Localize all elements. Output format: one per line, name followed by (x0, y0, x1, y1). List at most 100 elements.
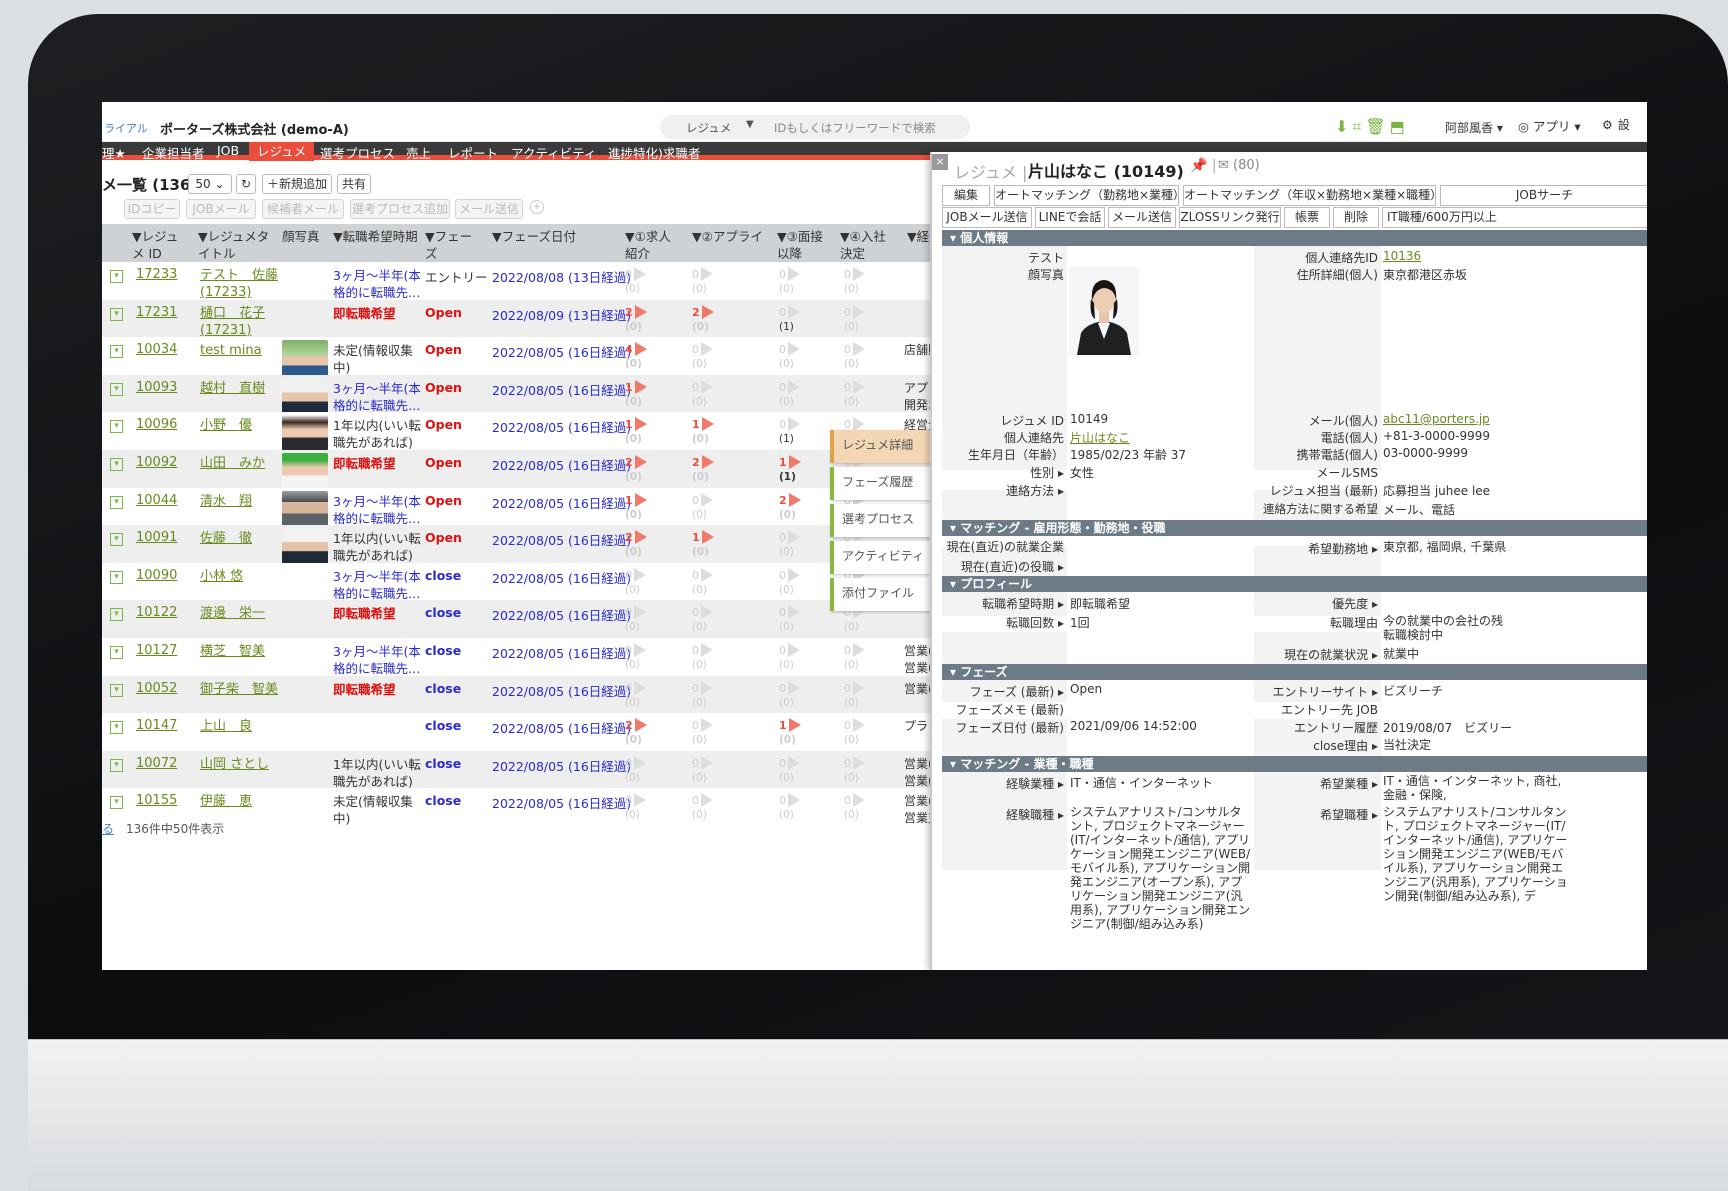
row-expand-icon[interactable]: ▾ (110, 458, 123, 471)
col-resume-title[interactable]: ▼レジュメタ イトル (198, 228, 269, 262)
progress-count[interactable]: 0(0) (625, 680, 646, 711)
progress-count[interactable]: 0(0) (844, 342, 865, 372)
copy-id-button[interactable]: IDコピー (124, 199, 180, 219)
resume-id-link[interactable]: 10090 (136, 568, 177, 583)
progress-count[interactable]: 0(0) (779, 342, 800, 372)
tab-attachments[interactable]: 添付ファイル (830, 578, 930, 611)
progress-count[interactable]: 0(0) (692, 605, 713, 635)
nav-item-job[interactable]: JOB (217, 143, 239, 158)
current-role-label[interactable]: 現在(直近)の役職 ▸ (942, 558, 1064, 575)
progress-count[interactable]: 0(0) (625, 643, 646, 673)
resume-title-link[interactable]: 伊藤 恵 (200, 793, 280, 810)
nav-item-activity[interactable]: アクティビティ (511, 143, 596, 162)
tab-phase-history[interactable]: フェーズ履歴 (830, 467, 930, 500)
settings-menu[interactable]: ⚙ 設 (1602, 114, 1630, 133)
progress-count[interactable]: 0(0) (692, 680, 713, 711)
resume-title-link[interactable]: 樋口 花子 (17231) (200, 305, 280, 339)
page-size-select[interactable]: 50 ⌄ (188, 174, 232, 194)
add-selection-button[interactable]: 選考プロセス追加 (350, 199, 450, 219)
progress-count[interactable]: 1 (0) (692, 417, 714, 447)
progress-count[interactable]: 2 (0) (625, 718, 647, 748)
progress-count[interactable]: 0 (1) (779, 417, 800, 447)
nav-item-company-contacts[interactable]: 企業担当者 (142, 143, 205, 162)
tab-resume-detail[interactable]: レジュメ詳細 (830, 430, 930, 463)
row-expand-icon[interactable]: ▾ (110, 345, 123, 359)
col-extra[interactable]: ▼経 (907, 228, 929, 245)
progress-count[interactable]: 0(0) (779, 793, 800, 823)
progress-count[interactable]: 0(0) (779, 680, 800, 711)
trash-icon[interactable]: 🗑 (1365, 117, 1389, 136)
search-input[interactable]: IDもしくはフリーワードで検索 (774, 120, 936, 136)
share-button[interactable]: 共有 (337, 174, 371, 194)
resume-id-link[interactable]: 10092 (136, 455, 177, 470)
edit-button[interactable]: 編集 (942, 185, 990, 206)
progress-count[interactable]: 2 (0) (625, 455, 647, 485)
resume-id-link[interactable]: 10096 (136, 417, 177, 432)
col-phase-date[interactable]: ▼フェーズ日付 (492, 228, 576, 245)
resume-id-link[interactable]: 10155 (136, 793, 177, 808)
resume-id-link[interactable]: 10093 (136, 380, 177, 395)
section-profile[interactable]: ▾ プロフィール (942, 576, 1647, 592)
app-menu[interactable]: ◎ アプリ ▾ (1518, 116, 1581, 135)
tab-selection-process[interactable]: 選考プロセス (830, 504, 930, 537)
table-row[interactable]: ▾ 10093 越村 直樹 3ヶ月〜半年(本 格的に転職先… Open 2022/08/0… (102, 374, 1037, 416)
send-mail-button[interactable]: メール送信 (455, 199, 523, 219)
nav-item-resume[interactable]: レジュメ (249, 142, 315, 161)
progress-count[interactable]: 0(0) (625, 755, 646, 786)
job-changes-label[interactable]: 転職回数 ▸ (942, 614, 1064, 631)
email-link[interactable]: abc11@porters.jp (1383, 412, 1490, 426)
mail-count-icon[interactable]: ✉ (80) (1218, 158, 1260, 173)
progress-count[interactable]: 0(0) (779, 605, 800, 635)
row-expand-icon[interactable]: ▾ (110, 721, 123, 735)
mail-send-button[interactable]: メール送信 (1108, 207, 1176, 228)
resume-title-link[interactable]: 越村 直樹 (200, 380, 280, 397)
download-icon[interactable]: ⬇ (1335, 117, 1352, 136)
close-reason-label[interactable]: close理由 ▸ (1254, 737, 1378, 754)
progress-count[interactable]: 0(0) (779, 379, 800, 410)
job-search-button[interactable]: JOBサーチ (1440, 185, 1647, 206)
progress-count[interactable]: 1 (0) (625, 492, 647, 523)
nav-item-selection[interactable]: 選考プロセス (320, 143, 395, 162)
resume-title-link[interactable]: 横芝 智美 (200, 643, 280, 660)
progress-count[interactable]: 1 (0) (625, 379, 647, 410)
nav-item-candidates[interactable]: 進捗特化)求職者 (608, 143, 700, 162)
priority-label[interactable]: 優先度 ▸ (1254, 595, 1378, 612)
it-filter-button[interactable]: IT職種/600万円以上 (1382, 207, 1647, 228)
table-row[interactable]: ▾ 10155 伊藤 恵 未定(情報収集 中) close 2022/08/05 (16日… (102, 788, 1037, 830)
add-new-button[interactable]: ＋新規追加 (262, 174, 332, 194)
resume-title-link[interactable]: 山田 みか (200, 455, 280, 472)
user-menu[interactable]: 阿部風香 ▾ (1445, 119, 1503, 136)
progress-count[interactable]: 2 (0) (625, 304, 647, 335)
resume-id-link[interactable]: 17231 (136, 305, 177, 320)
personal-contact-id-link[interactable]: 10136 (1383, 249, 1421, 263)
automatch-location-button[interactable]: オートマッチング（勤務地×業種） (994, 185, 1179, 206)
progress-count[interactable]: 2 (0) (779, 492, 801, 523)
resume-title-link[interactable]: 渡邊 栄一 (200, 605, 280, 622)
row-expand-icon[interactable]: ▾ (110, 533, 123, 547)
phase-label[interactable]: フェーズ (最新) ▸ (942, 683, 1064, 700)
progress-count[interactable]: 0(0) (779, 643, 800, 673)
table-row[interactable]: ▾ 10072 山岡 さとし 1年以内(いい転 職先があれば) close 2022/08… (102, 750, 1037, 792)
automatch-salary-button[interactable]: オートマッチング（年収×勤務地×業種×職種） (1183, 185, 1436, 206)
resume-id-link[interactable]: 10044 (136, 493, 177, 508)
progress-count[interactable]: 0(0) (692, 567, 713, 598)
row-expand-icon[interactable]: ▾ (110, 796, 123, 810)
progress-count[interactable]: 0(0) (625, 567, 646, 598)
line-chat-button[interactable]: LINEで会話 (1035, 207, 1105, 228)
col-job-intro[interactable]: ▼①求人 紹介 (625, 228, 671, 262)
section-personal[interactable]: ▾ 個人情報 (942, 230, 1647, 246)
progress-count[interactable]: 0(0) (779, 567, 800, 598)
search-type-select[interactable]: レジュメ (686, 120, 731, 136)
entry-site-label[interactable]: エントリーサイト ▸ (1254, 683, 1378, 700)
progress-count[interactable]: 0(0) (692, 643, 713, 673)
resume-id-link[interactable]: 10052 (136, 681, 177, 696)
resume-id-link[interactable]: 10034 (136, 342, 177, 357)
contact-method-label[interactable]: 連絡方法 ▸ (942, 482, 1064, 499)
progress-count[interactable]: 0(0) (844, 793, 865, 823)
row-expand-icon[interactable]: ▾ (110, 646, 123, 659)
table-row[interactable]: ▾ 10034 test mina 未定(情報収集 中) Open 2022/08/05 … (102, 337, 1037, 379)
job-mail-button[interactable]: JOBメール (186, 199, 256, 219)
resume-id-link[interactable]: 10122 (136, 605, 177, 620)
resume-id-link[interactable]: 17233 (136, 267, 177, 282)
resume-title-link[interactable]: 上山 良 (200, 718, 280, 735)
